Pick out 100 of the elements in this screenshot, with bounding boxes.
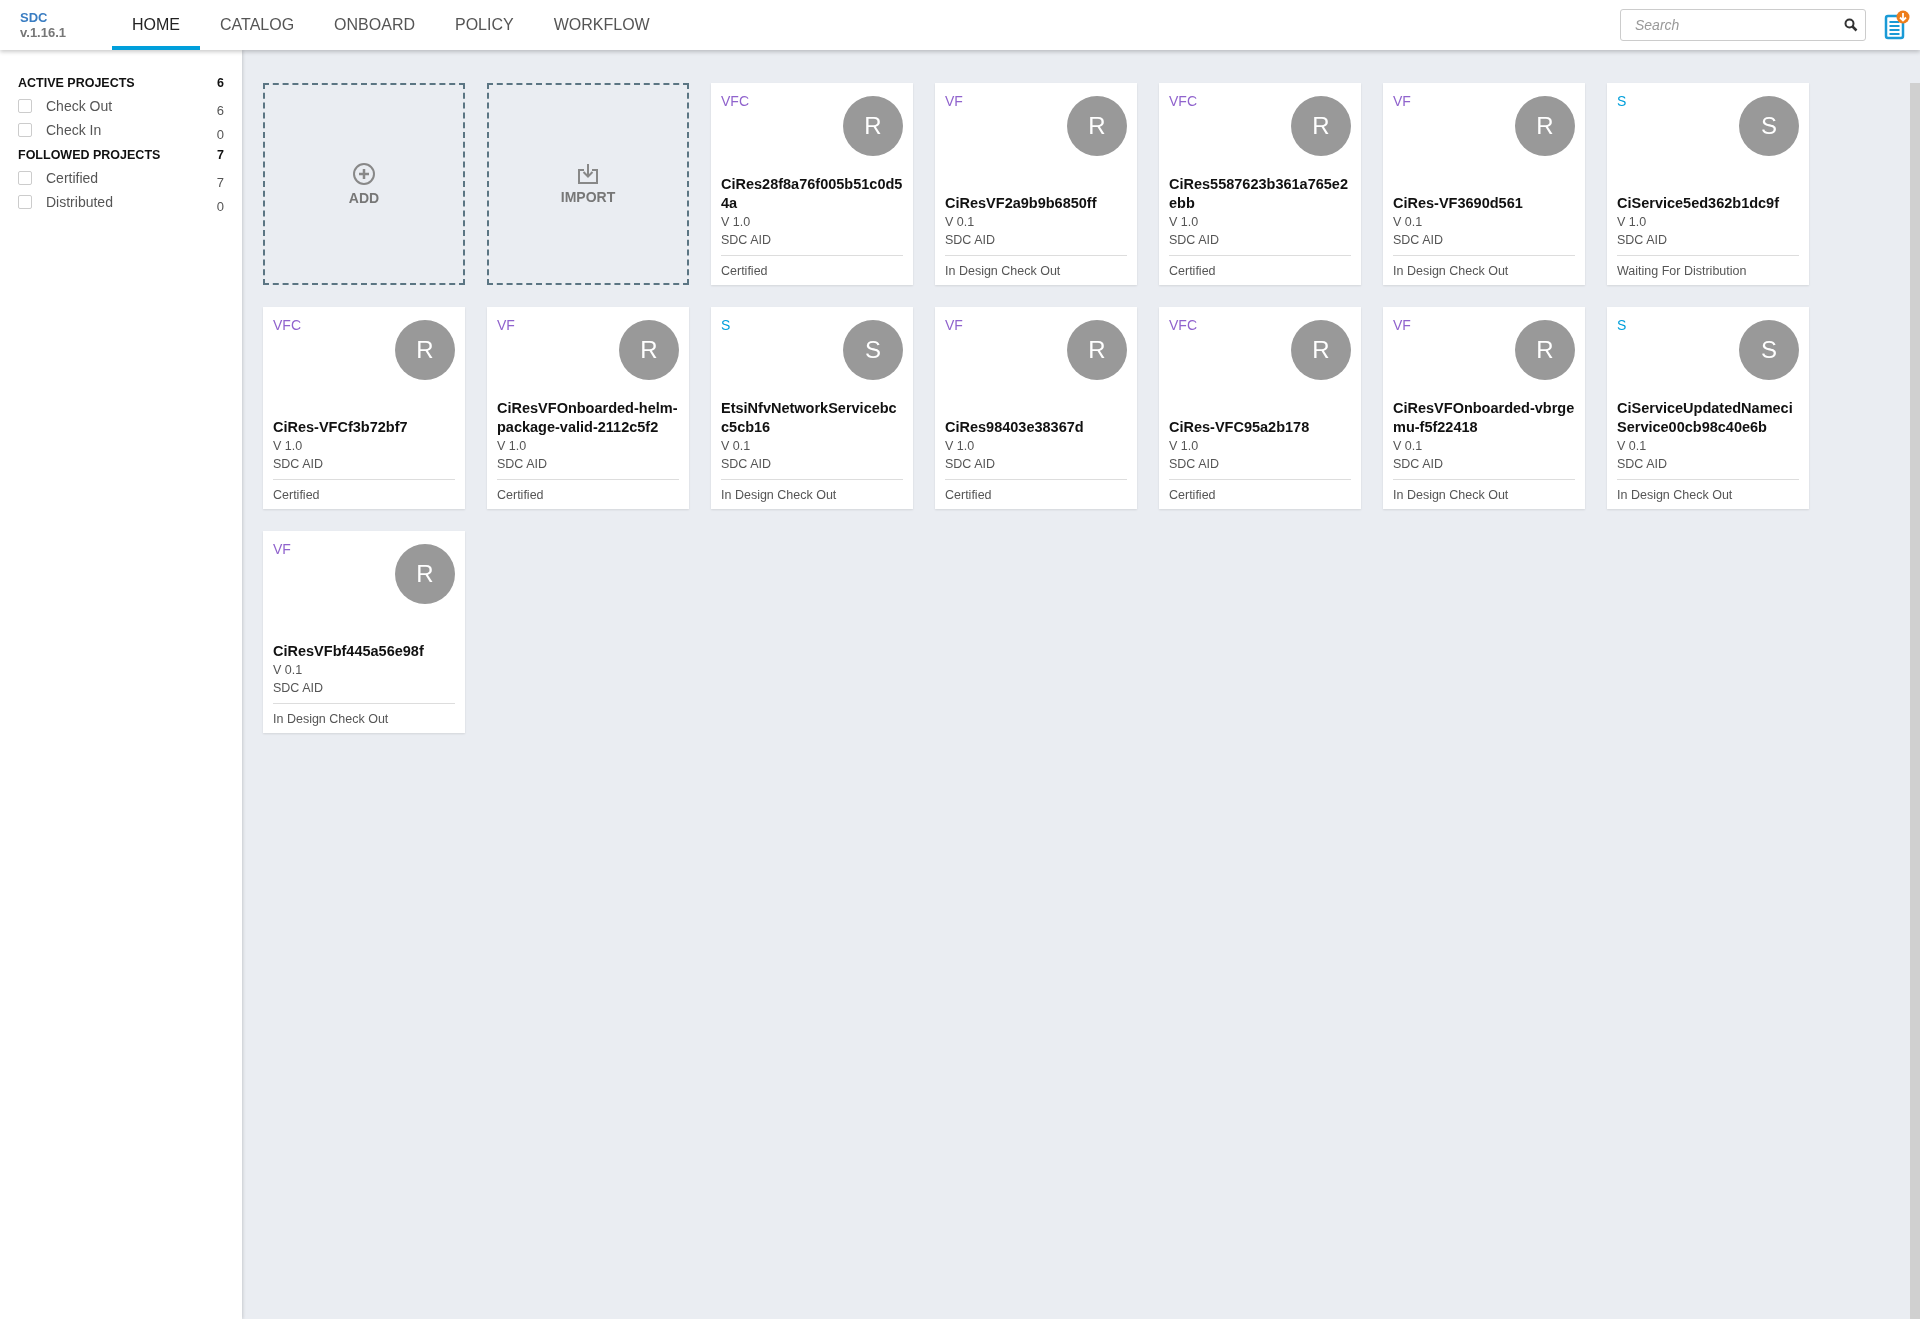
asset-card[interactable]: VFC R CiRes28f8a76f005b51c0d54a V 1.0 SDC AID Certified bbox=[711, 83, 913, 285]
asset-name: CiRes98403e38367d bbox=[945, 418, 1084, 437]
asset-owner: SDC AID bbox=[721, 456, 772, 473]
search-icon bbox=[1844, 18, 1858, 32]
asset-name: CiServiceUpdatedNameciService00cb98c40e6b bbox=[1617, 399, 1794, 437]
asset-card[interactable]: VF R CiRes98403e38367d V 1.0 SDC AID Certified bbox=[935, 307, 1137, 509]
notification-document-icon[interactable] bbox=[1884, 10, 1910, 40]
filter-label[interactable]: Check In bbox=[46, 122, 217, 138]
asset-type: VF bbox=[945, 317, 963, 333]
asset-name: CiRes-VFC95a2b178 bbox=[1169, 418, 1310, 437]
asset-card[interactable]: VF R CiRes-VF3690d561 V 0.1 SDC AID In Design Check Out bbox=[1383, 83, 1585, 285]
asset-card[interactable]: S S EtsiNfvNetworkServicebcc5cb16 V 0.1 SDC AID In Design Check Out bbox=[711, 307, 913, 509]
asset-card[interactable]: VFC R CiRes-VFCf3b72bf7 V 1.0 SDC AID Certified bbox=[263, 307, 465, 509]
filter-count: 0 bbox=[216, 198, 224, 214]
search-field[interactable]: Search bbox=[1620, 9, 1866, 41]
asset-card[interactable]: VF R CiResVFOnboarded-vbrgemu-f5f22418 V 0.1 SDC AID In Design Check Out bbox=[1383, 307, 1585, 509]
asset-status: In Design Check Out bbox=[1393, 255, 1575, 278]
asset-owner: SDC AID bbox=[273, 680, 324, 697]
filter-checkbox[interactable] bbox=[18, 99, 32, 113]
asset-name: CiResVFOnboarded-helm-package-valid-2112c5f2 bbox=[497, 399, 679, 437]
asset-type: S bbox=[1617, 317, 1627, 333]
asset-owner: SDC AID bbox=[721, 232, 772, 249]
avatar: S bbox=[843, 320, 903, 380]
asset-name: CiService5ed362b1dc9f bbox=[1617, 194, 1779, 213]
asset-status: Certified bbox=[497, 479, 679, 502]
asset-name: EtsiNfvNetworkServicebcc5cb16 bbox=[721, 399, 898, 437]
asset-name: CiRes28f8a76f005b51c0d54a bbox=[721, 175, 903, 213]
asset-owner: SDC AID bbox=[1393, 232, 1444, 249]
avatar: R bbox=[1291, 320, 1351, 380]
asset-owner: SDC AID bbox=[1617, 232, 1668, 249]
filter-checkbox[interactable] bbox=[18, 171, 32, 185]
asset-name: CiRes-VF3690d561 bbox=[1393, 194, 1523, 213]
avatar: R bbox=[1515, 96, 1575, 156]
asset-version: V 0.1 bbox=[721, 438, 752, 455]
avatar: S bbox=[1739, 96, 1799, 156]
asset-type: VFC bbox=[721, 93, 749, 109]
nav-tab[interactable]: WORKFLOW bbox=[533, 0, 670, 50]
asset-card[interactable]: VF R CiResVF2a9b9b6850ff V 0.1 SDC AID In Design Check Out bbox=[935, 83, 1137, 285]
asset-status: In Design Check Out bbox=[1393, 479, 1575, 502]
asset-type: VF bbox=[1393, 317, 1411, 333]
asset-owner: SDC AID bbox=[1169, 232, 1220, 249]
section-title: FOLLOWED PROJECTS bbox=[18, 148, 161, 162]
filter-count: 0 bbox=[216, 126, 224, 142]
asset-status: Waiting For Distribution bbox=[1617, 255, 1799, 278]
asset-version: V 1.0 bbox=[273, 438, 304, 455]
asset-status: In Design Check Out bbox=[273, 703, 455, 726]
asset-owner: SDC AID bbox=[1169, 456, 1220, 473]
asset-owner: SDC AID bbox=[1393, 456, 1444, 473]
asset-card[interactable]: S S CiService5ed362b1dc9f V 1.0 SDC AID Waiting For Distribution bbox=[1607, 83, 1809, 285]
nav-tab[interactable]: CATALOG bbox=[200, 0, 315, 50]
avatar: S bbox=[1739, 320, 1799, 380]
avatar: R bbox=[395, 320, 455, 380]
asset-card[interactable]: VFC R CiRes5587623b361a765e2ebb V 1.0 SDC AID Certified bbox=[1159, 83, 1361, 285]
asset-version: V 1.0 bbox=[721, 214, 752, 231]
filter-count: 7 bbox=[216, 174, 224, 190]
asset-name: CiResVFbf445a56e98f bbox=[273, 642, 424, 661]
asset-type: VF bbox=[273, 541, 291, 557]
asset-card[interactable]: VF R CiResVFbf445a56e98f V 0.1 SDC AID In Design Check Out bbox=[263, 531, 465, 733]
asset-status: Certified bbox=[1169, 479, 1351, 502]
asset-status: Certified bbox=[1169, 255, 1351, 278]
asset-name: CiResVF2a9b9b6850ff bbox=[945, 194, 1097, 213]
avatar: R bbox=[1291, 96, 1351, 156]
asset-version: V 1.0 bbox=[497, 438, 528, 455]
asset-type: VFC bbox=[1169, 93, 1197, 109]
section-title: ACTIVE PROJECTS bbox=[18, 76, 135, 90]
nav-tab[interactable]: ONBOARD bbox=[314, 0, 435, 50]
asset-type: VF bbox=[945, 93, 963, 109]
asset-card[interactable]: VFC R CiRes-VFC95a2b178 V 1.0 SDC AID Certified bbox=[1159, 307, 1361, 509]
filter-checkbox[interactable] bbox=[18, 195, 32, 209]
asset-status: Certified bbox=[273, 479, 455, 502]
asset-card[interactable]: S S CiServiceUpdatedNameciService00cb98c40e6b V 0.1 SDC AID In Design Check Out bbox=[1607, 307, 1809, 509]
filter-count: 6 bbox=[216, 102, 224, 118]
avatar: R bbox=[395, 544, 455, 604]
nav-tab[interactable]: POLICY bbox=[435, 0, 534, 50]
avatar: R bbox=[1067, 96, 1127, 156]
asset-owner: SDC AID bbox=[1617, 456, 1668, 473]
asset-version: V 1.0 bbox=[1617, 214, 1648, 231]
asset-name: CiResVFOnboarded-vbrgemu-f5f22418 bbox=[1393, 399, 1575, 437]
asset-version: V 0.1 bbox=[1617, 438, 1648, 455]
asset-owner: SDC AID bbox=[497, 456, 548, 473]
section-count: 6 bbox=[217, 76, 224, 90]
filter-checkbox[interactable] bbox=[18, 123, 32, 137]
asset-version: V 1.0 bbox=[1169, 438, 1200, 455]
app-logo: SDC bbox=[20, 10, 49, 25]
add-tile[interactable]: ADD bbox=[263, 83, 465, 285]
avatar: R bbox=[843, 96, 903, 156]
asset-owner: SDC AID bbox=[945, 456, 996, 473]
filter-label[interactable]: Certified bbox=[46, 170, 217, 186]
import-tile[interactable]: IMPORT bbox=[487, 83, 689, 285]
asset-type: VF bbox=[1393, 93, 1411, 109]
section-count: 7 bbox=[217, 148, 224, 162]
filter-label[interactable]: Distributed bbox=[46, 194, 217, 210]
asset-status: Certified bbox=[945, 479, 1127, 502]
app-version: v.1.16.1 bbox=[20, 25, 68, 40]
avatar: R bbox=[1515, 320, 1575, 380]
asset-version: V 0.1 bbox=[1393, 438, 1424, 455]
add-icon bbox=[352, 162, 376, 186]
filter-label[interactable]: Check Out bbox=[46, 98, 217, 114]
asset-card[interactable]: VF R CiResVFOnboarded-helm-package-valid-2112c5f2 V 1.0 SDC AID Certified bbox=[487, 307, 689, 509]
scrollbar[interactable] bbox=[1910, 83, 1920, 1319]
